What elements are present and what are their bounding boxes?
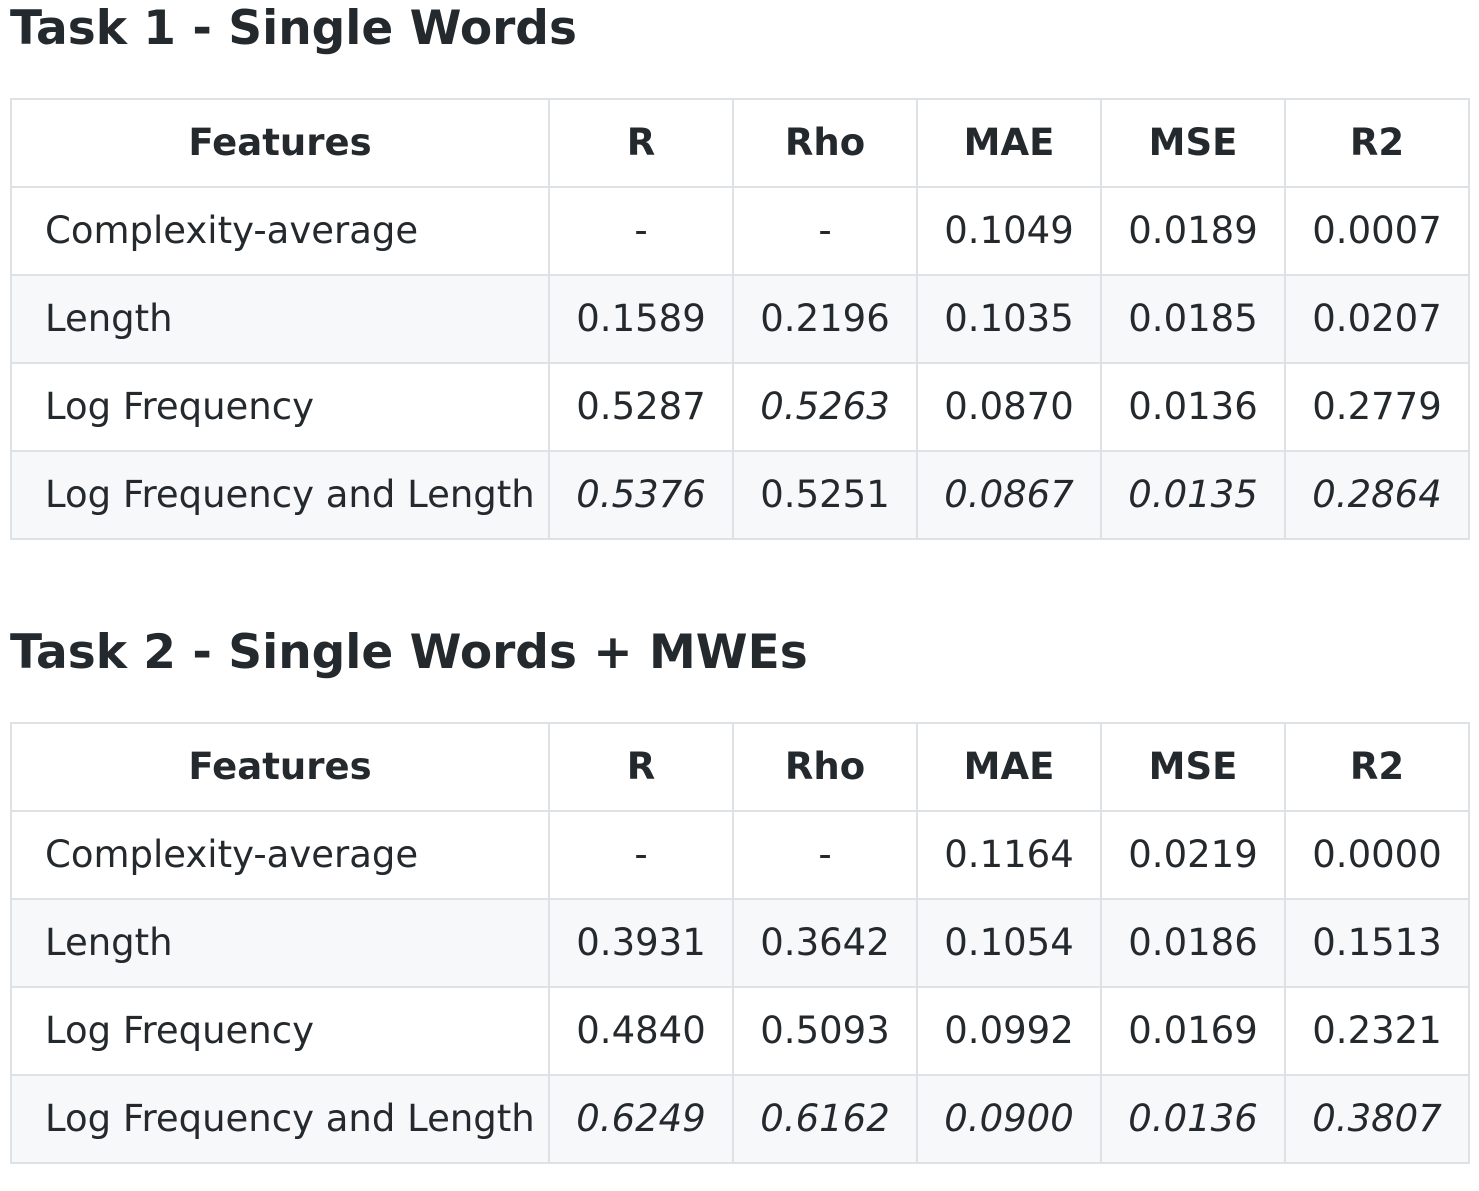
metric-cell-mae: 0.0867 (916, 450, 1102, 540)
metric-cell-r2: 0.2779 (1284, 362, 1470, 452)
column-header-r2: R2 (1284, 722, 1470, 812)
metric-cell-rho: 0.5263 (732, 362, 918, 452)
metric-cell-r: 0.5287 (548, 362, 734, 452)
table-header-row: Features R Rho MAE MSE R2 (10, 722, 1470, 812)
column-header-r: R (548, 98, 734, 188)
table-header-row: Features R Rho MAE MSE R2 (10, 98, 1470, 188)
table-row: Length 0.1589 0.2196 0.1035 0.0185 0.0207 (10, 274, 1470, 364)
feature-cell: Log Frequency (10, 986, 550, 1076)
metric-cell-rho: 0.5251 (732, 450, 918, 540)
task-1-results-table: Features R Rho MAE MSE R2 Complexity-average -… (10, 98, 1470, 540)
metric-cell-mae: 0.1054 (916, 898, 1102, 988)
feature-cell: Log Frequency (10, 362, 550, 452)
metric-cell-mse: 0.0189 (1100, 186, 1286, 276)
table-row: Log Frequency and Length 0.6249 0.6162 0.09… (10, 1074, 1470, 1164)
metric-cell-mae: 0.0870 (916, 362, 1102, 452)
metric-cell-mse: 0.0186 (1100, 898, 1286, 988)
metric-cell-mae: 0.0992 (916, 986, 1102, 1076)
task-2-heading: Task 2 - Single Words + MWEs (10, 625, 808, 680)
metric-cell-r2: 0.3807 (1284, 1074, 1470, 1164)
metric-cell-r2: 0.2321 (1284, 986, 1470, 1076)
metric-cell-mse: 0.0135 (1100, 450, 1286, 540)
column-header-features: Features (10, 98, 550, 188)
column-header-r: R (548, 722, 734, 812)
metric-cell-r: 0.3931 (548, 898, 734, 988)
column-header-rho: Rho (732, 722, 918, 812)
column-header-mse: MSE (1100, 98, 1286, 188)
metric-cell-mse: 0.0136 (1100, 1074, 1286, 1164)
metric-cell-rho: 0.5093 (732, 986, 918, 1076)
table-row: Log Frequency and Length 0.5376 0.5251 0.08… (10, 450, 1470, 540)
metric-cell-r: - (548, 186, 734, 276)
feature-cell: Complexity-average (10, 186, 550, 276)
metric-cell-r: 0.4840 (548, 986, 734, 1076)
metric-cell-mse: 0.0185 (1100, 274, 1286, 364)
feature-cell: Log Frequency and Length (10, 450, 550, 540)
task-2-results-table: Features R Rho MAE MSE R2 Complexity-average -… (10, 722, 1470, 1164)
column-header-features: Features (10, 722, 550, 812)
table-row: Log Frequency 0.4840 0.5093 0.0992 0.0169 0.2… (10, 986, 1470, 1076)
metric-cell-mse: 0.0219 (1100, 810, 1286, 900)
feature-cell: Length (10, 898, 550, 988)
metric-cell-r: 0.1589 (548, 274, 734, 364)
table-row: Complexity-average - -0.1164 0.0219 0.0000 (10, 810, 1470, 900)
metric-cell-r2: 0.0207 (1284, 274, 1470, 364)
table-row: Complexity-average - -0.1049 0.0189 0.0007 (10, 186, 1470, 276)
table-row: Length 0.3931 0.3642 0.1054 0.0186 0.1513 (10, 898, 1470, 988)
metric-cell-r: 0.6249 (548, 1074, 734, 1164)
metric-cell-r2: 0.1513 (1284, 898, 1470, 988)
column-header-mae: MAE (916, 98, 1102, 188)
metric-cell-rho: 0.2196 (732, 274, 918, 364)
metric-cell-r2: 0.0000 (1284, 810, 1470, 900)
metric-cell-mse: 0.0136 (1100, 362, 1286, 452)
table-row: Log Frequency 0.5287 0.5263 0.0870 0.0136 0.2… (10, 362, 1470, 452)
metric-cell-mae: 0.1164 (916, 810, 1102, 900)
metric-cell-mae: 0.1049 (916, 186, 1102, 276)
metric-cell-rho: 0.6162 (732, 1074, 918, 1164)
column-header-mse: MSE (1100, 722, 1286, 812)
feature-cell: Log Frequency and Length (10, 1074, 550, 1164)
metric-cell-mae: 0.1035 (916, 274, 1102, 364)
metric-cell-rho: - (732, 186, 918, 276)
feature-cell: Length (10, 274, 550, 364)
metric-cell-mae: 0.0900 (916, 1074, 1102, 1164)
metric-cell-r2: 0.0007 (1284, 186, 1470, 276)
metric-cell-rho: - (732, 810, 918, 900)
metric-cell-rho: 0.3642 (732, 898, 918, 988)
metric-cell-r2: 0.2864 (1284, 450, 1470, 540)
task-1-heading: Task 1 - Single Words (10, 1, 577, 56)
metric-cell-mse: 0.0169 (1100, 986, 1286, 1076)
column-header-rho: Rho (732, 98, 918, 188)
metric-cell-r: 0.5376 (548, 450, 734, 540)
feature-cell: Complexity-average (10, 810, 550, 900)
metric-cell-r: - (548, 810, 734, 900)
column-header-r2: R2 (1284, 98, 1470, 188)
column-header-mae: MAE (916, 722, 1102, 812)
